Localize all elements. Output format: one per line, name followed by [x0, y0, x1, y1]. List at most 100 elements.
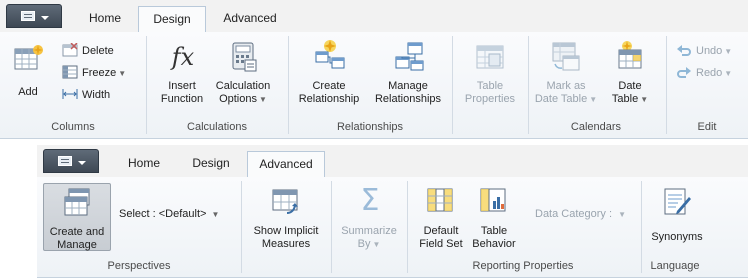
chevron-down-icon: ▼ — [118, 69, 127, 78]
group-label-table-properties: Table Properties — [0, 32, 1, 33]
tab-home[interactable]: Home — [74, 6, 136, 32]
table-behavior-icon — [480, 188, 506, 212]
advanced-ribbon: Home Design Advanced Create and Manage S… — [37, 145, 748, 278]
select-label: Select : — [119, 208, 156, 220]
chevron-down-icon: ▼ — [259, 95, 267, 104]
create-relationship-icon — [315, 40, 345, 69]
chevron-down-icon: ▼ — [640, 95, 649, 104]
mark-as-date-table-icon — [552, 42, 580, 71]
group-separator — [241, 181, 242, 273]
group-separator — [452, 36, 453, 134]
ribbon-body: Add Delete Freeze ▼ Width Columns fx Inse… — [0, 32, 748, 139]
add-label: Add — [18, 86, 38, 98]
calculation-label: Calculation — [215, 80, 271, 92]
table-label: Table — [611, 93, 639, 105]
insert-label: Insert — [168, 80, 196, 92]
freeze-column-button[interactable]: Freeze ▼ — [62, 64, 126, 82]
chevron-down-icon: ▼ — [211, 210, 220, 219]
relationships-label: Relationships — [374, 93, 442, 105]
field-set-label: Field Set — [419, 238, 463, 250]
relationship-label: Relationship — [298, 93, 360, 105]
calculator-icon — [232, 42, 257, 72]
data-category-label: Data Category : — [535, 208, 613, 220]
synonyms-label: Synonyms — [651, 231, 703, 243]
perspectives-icon — [64, 188, 90, 216]
synonyms-button[interactable]: Synonyms — [645, 185, 709, 249]
redo-icon — [677, 67, 691, 79]
function-label: Function — [160, 93, 204, 105]
file-menu-button[interactable] — [6, 4, 62, 28]
default-field-set-icon — [427, 188, 453, 212]
by-label-wrap: By ▼ — [335, 238, 403, 251]
ribbon-tab-bar: Home Design Advanced — [0, 0, 748, 33]
document-icon — [58, 156, 72, 166]
tab-advanced[interactable]: Advanced — [247, 151, 325, 178]
table-label: Table — [480, 225, 508, 237]
summarize-label: Summarize — [341, 225, 397, 237]
undo-label: Undo — [696, 45, 723, 57]
summarize-by-button[interactable]: Σ Summarize By ▼ — [335, 185, 403, 251]
group-label-calculations: Calculations — [187, 121, 247, 133]
tab-home[interactable]: Home — [113, 151, 175, 177]
add-column-icon — [14, 45, 43, 70]
ribbon-body: Create and Manage Select : <Default> ▼ Pe… — [37, 177, 748, 278]
perspective-select[interactable]: Select : <Default> ▼ — [119, 205, 219, 223]
data-category-select[interactable]: Data Category : ▼ — [535, 205, 626, 223]
calculation-options-button[interactable]: Calculation Options ▼ — [208, 40, 278, 105]
show-implicit-measures-button[interactable]: Show Implicit Measures — [245, 185, 327, 250]
ribbon-tab-bar: Home Design Advanced — [37, 145, 748, 178]
synonyms-icon — [664, 188, 691, 215]
function-icon: fx — [171, 43, 195, 71]
mark-as-label: Mark as — [546, 80, 586, 92]
mark-as-date-table-button[interactable]: Mark as Date Table ▼ — [532, 40, 600, 106]
tab-design[interactable]: Design — [179, 151, 243, 177]
delete-icon — [62, 43, 78, 57]
delete-label: Delete — [82, 45, 114, 57]
manage-relationships-button[interactable]: Manage Relationships — [368, 40, 448, 105]
date-table-button[interactable]: Date Table ▼ — [604, 40, 656, 106]
create-label: Create — [312, 80, 346, 92]
undo-button[interactable]: Undo ▼ — [676, 42, 732, 60]
implicit-measures-icon — [272, 189, 298, 214]
manage-label: Manage — [57, 239, 97, 251]
manage-relationships-icon — [395, 42, 424, 71]
date-table-label-wrap: Date Table ▼ — [532, 93, 600, 106]
group-label-calendars: Calendars — [570, 121, 622, 133]
file-menu-button[interactable] — [43, 149, 99, 173]
table-label-wrap: Table ▼ — [604, 93, 656, 106]
measures-label: Measures — [261, 238, 311, 250]
properties-label: Properties — [464, 93, 516, 105]
by-label: By — [357, 238, 371, 250]
select-value: <Default> — [158, 208, 207, 220]
group-label-relationships: Relationships — [336, 121, 404, 133]
tab-advanced[interactable]: Advanced — [210, 6, 290, 32]
chevron-down-icon: ▼ — [724, 69, 733, 78]
options-label: Options — [219, 93, 257, 105]
table-properties-icon — [476, 45, 504, 69]
chevron-down-icon: ▼ — [589, 95, 598, 104]
table-behavior-button[interactable]: Table Behavior — [469, 185, 519, 250]
group-label-columns: Columns — [51, 121, 95, 133]
tab-design[interactable]: Design — [138, 6, 206, 33]
width-label: Width — [82, 89, 111, 101]
group-separator — [331, 181, 332, 273]
chevron-down-icon — [78, 161, 86, 165]
chevron-down-icon: ▼ — [724, 47, 733, 56]
add-column-button[interactable]: Add — [10, 42, 46, 102]
table-properties-button[interactable]: Table Properties — [456, 40, 524, 105]
chevron-down-icon: ▼ — [372, 240, 381, 249]
group-label-reporting-properties: Reporting Properties — [472, 260, 574, 272]
undo-icon — [677, 45, 691, 57]
freeze-icon — [62, 65, 78, 79]
default-field-set-button[interactable]: Default Field Set — [413, 185, 469, 250]
create-relationship-button[interactable]: Create Relationship — [292, 40, 366, 105]
chevron-down-icon — [41, 16, 49, 20]
create-and-manage-button[interactable]: Create and Manage — [43, 183, 111, 251]
document-icon — [21, 11, 35, 21]
date-label: Date — [618, 80, 642, 92]
group-label-language: Language — [650, 260, 700, 272]
delete-column-button[interactable]: Delete — [62, 42, 114, 60]
column-width-button[interactable]: Width — [62, 86, 110, 104]
redo-button[interactable]: Redo ▼ — [676, 64, 732, 82]
insert-function-button[interactable]: fx Insert Function — [156, 40, 208, 105]
